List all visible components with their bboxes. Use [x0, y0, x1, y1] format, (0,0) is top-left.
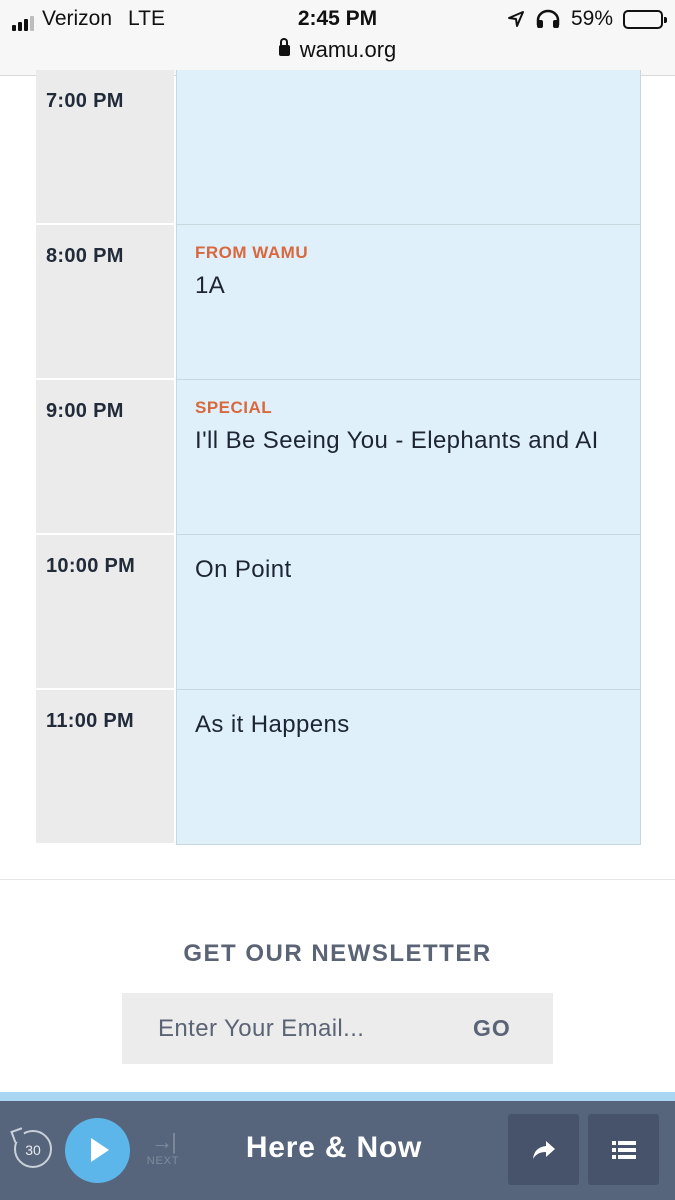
email-input[interactable] [122, 993, 473, 1064]
schedule-show[interactable]: As it Happens [176, 690, 641, 845]
schedule-time: 8:00 PM [36, 225, 174, 380]
battery-percent: 59% [570, 7, 613, 30]
newsletter-form: GO [122, 993, 553, 1064]
show-title[interactable]: 1A [195, 269, 622, 303]
location-arrow-icon [507, 11, 524, 27]
now-playing-title[interactable]: Here & Now [200, 1131, 468, 1165]
schedule-show[interactable]: FROM WAMU 1A [176, 225, 641, 380]
schedule-show[interactable]: SPECIAL I'll Be Seeing You - Elephants a… [176, 380, 641, 535]
list-menu-icon [612, 1141, 636, 1159]
url-text: wamu.org [299, 37, 397, 62]
schedule-time: 7:00 PM [36, 70, 174, 225]
battery-icon [623, 9, 667, 29]
program-schedule: 7:00 PM 8:00 PM FROM WAMU 1A 9:00 PM SPE… [36, 70, 641, 845]
schedule-show[interactable] [176, 70, 641, 225]
show-title[interactable]: As it Happens [195, 708, 622, 742]
schedule-row: 11:00 PM As it Happens [36, 690, 641, 845]
schedule-row: 8:00 PM FROM WAMU 1A [36, 225, 641, 380]
schedule-row: 10:00 PM On Point [36, 535, 641, 690]
section-divider [0, 879, 675, 880]
skip-back-30-icon[interactable]: 30 [14, 1130, 52, 1168]
schedule-time: 11:00 PM [36, 690, 174, 845]
address-bar[interactable]: wamu.org [0, 37, 675, 63]
next-button[interactable]: →| NEXT [143, 1129, 183, 1168]
show-title[interactable]: On Point [195, 553, 622, 587]
status-bar: Verizon LTE 2:45 PM wamu.org 59% [0, 0, 675, 76]
next-label: NEXT [146, 1155, 180, 1167]
newsletter-go-button[interactable]: GO [473, 993, 553, 1064]
next-track-icon: →| [151, 1129, 177, 1154]
schedule-show[interactable]: On Point [176, 535, 641, 690]
playlist-menu-button[interactable] [588, 1114, 659, 1185]
headphones-icon [536, 9, 560, 28]
show-kicker: SPECIAL [195, 398, 273, 417]
show-kicker: FROM WAMU [195, 243, 309, 262]
newsletter-heading: GET OUR NEWSLETTER [183, 940, 492, 967]
schedule-row: 7:00 PM [36, 70, 641, 225]
schedule-time: 10:00 PM [36, 535, 174, 690]
share-button[interactable] [508, 1114, 579, 1185]
lock-icon [278, 38, 290, 56]
share-arrow-icon [533, 1141, 555, 1159]
audio-player: 30 →| NEXT Here & Now [0, 1101, 675, 1200]
show-title[interactable]: I'll Be Seeing You - Elephants and AI [195, 424, 622, 458]
schedule-time: 9:00 PM [36, 380, 174, 535]
schedule-row: 9:00 PM SPECIAL I'll Be Seeing You - Ele… [36, 380, 641, 535]
player-progress-strip [0, 1092, 675, 1101]
status-right: 59% [507, 7, 667, 31]
play-button[interactable] [65, 1118, 130, 1183]
